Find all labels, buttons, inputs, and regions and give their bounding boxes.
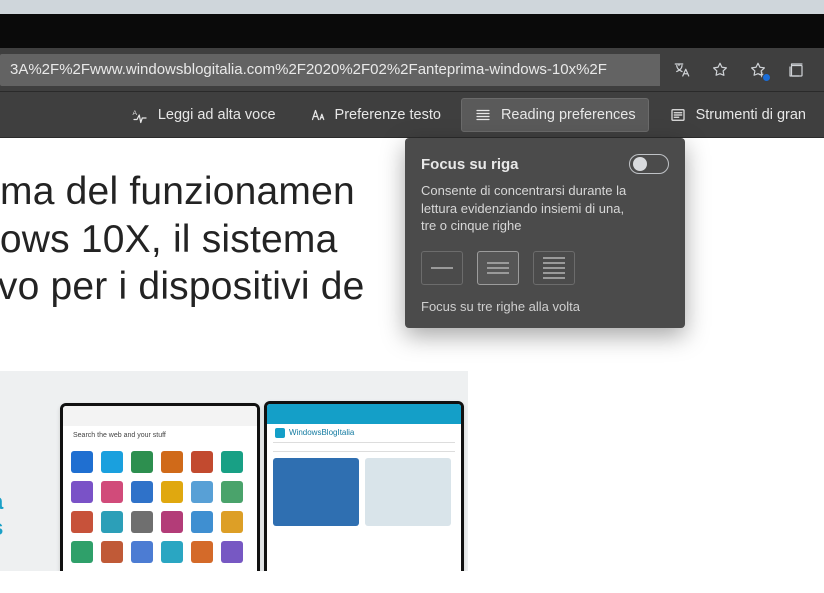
app-tile <box>71 451 93 473</box>
popup-description: Consente di concentrarsi durante la lett… <box>421 182 641 235</box>
app-tile <box>161 481 183 503</box>
grammar-tools-label: Strumenti di gran <box>696 107 806 123</box>
collections-icon[interactable] <box>786 60 806 80</box>
app-tile <box>161 511 183 533</box>
app-tile <box>131 511 153 533</box>
app-tile <box>101 481 123 503</box>
app-tile <box>191 481 213 503</box>
app-tile <box>191 541 213 563</box>
text-preferences-button[interactable]: Preferenze testo <box>296 99 453 131</box>
app-tile <box>161 451 183 473</box>
app-tile <box>221 481 243 503</box>
app-tile <box>161 541 183 563</box>
line-focus-option-three[interactable] <box>477 251 519 285</box>
line-focus-option-one[interactable] <box>421 251 463 285</box>
url-input[interactable] <box>0 54 660 86</box>
read-aloud-icon: A <box>131 106 149 124</box>
grammar-tools-button[interactable]: Strumenti di gran <box>657 99 818 131</box>
app-tile <box>131 481 153 503</box>
app-tile <box>71 541 93 563</box>
app-tile <box>101 541 123 563</box>
app-tile <box>101 451 123 473</box>
app-tile <box>191 451 213 473</box>
read-aloud-label: Leggi ad alta voce <box>158 107 276 123</box>
favorite-star-icon[interactable] <box>710 60 730 80</box>
reader-toolbar: A Leggi ad alta voce Preferenze testo Re… <box>0 92 824 138</box>
heading-line: dows 10X, il sistema <box>0 218 337 261</box>
text-preferences-label: Preferenze testo <box>335 107 441 123</box>
app-tile <box>71 481 93 503</box>
reading-preferences-icon <box>474 106 492 124</box>
app-tile <box>221 541 243 563</box>
mock-window-left: Search the web and your stuff <box>60 403 260 571</box>
read-aloud-button[interactable]: A Leggi ad alta voce <box>119 99 288 131</box>
app-tile <box>131 541 153 563</box>
line-focus-popup: Focus su riga Consente di concentrarsi d… <box>405 138 685 328</box>
svg-text:A: A <box>132 110 137 117</box>
app-tile <box>221 451 243 473</box>
mock-brand-label: WindowsBlogItalia <box>289 428 354 437</box>
reading-preferences-label: Reading preferences <box>501 107 636 123</box>
article-heading: rima del funzionamen dows 10X, il sistem… <box>0 168 438 311</box>
favorites-collection-icon[interactable] <box>748 60 768 80</box>
app-tile <box>191 511 213 533</box>
app-tile <box>221 511 243 533</box>
notification-dot <box>762 73 771 82</box>
app-tile <box>131 451 153 473</box>
heading-line: tivo per i dispositivi de <box>0 265 365 308</box>
reading-preferences-button[interactable]: Reading preferences <box>461 98 649 132</box>
mock-window-right: WindowsBlogItalia <box>264 401 464 571</box>
popup-caption: Focus su tre righe alla volta <box>421 299 669 314</box>
tab-bar <box>0 14 824 48</box>
line-focus-options <box>421 251 669 285</box>
heading-line: rima del funzionamen <box>0 170 355 213</box>
hero-overlay-text: ovità ows <box>0 489 3 542</box>
line-focus-toggle[interactable] <box>629 154 669 174</box>
article-hero-image: ovità ows Search the web and your stuff … <box>0 371 468 571</box>
app-tile <box>71 511 93 533</box>
address-bar <box>0 48 824 92</box>
translate-icon[interactable] <box>672 60 692 80</box>
popup-title: Focus su riga <box>421 156 519 173</box>
line-focus-option-five[interactable] <box>533 251 575 285</box>
app-tile <box>101 511 123 533</box>
text-preferences-icon <box>308 106 326 124</box>
grammar-tools-icon <box>669 106 687 124</box>
window-title-strip <box>0 0 824 14</box>
address-bar-actions <box>660 60 818 80</box>
